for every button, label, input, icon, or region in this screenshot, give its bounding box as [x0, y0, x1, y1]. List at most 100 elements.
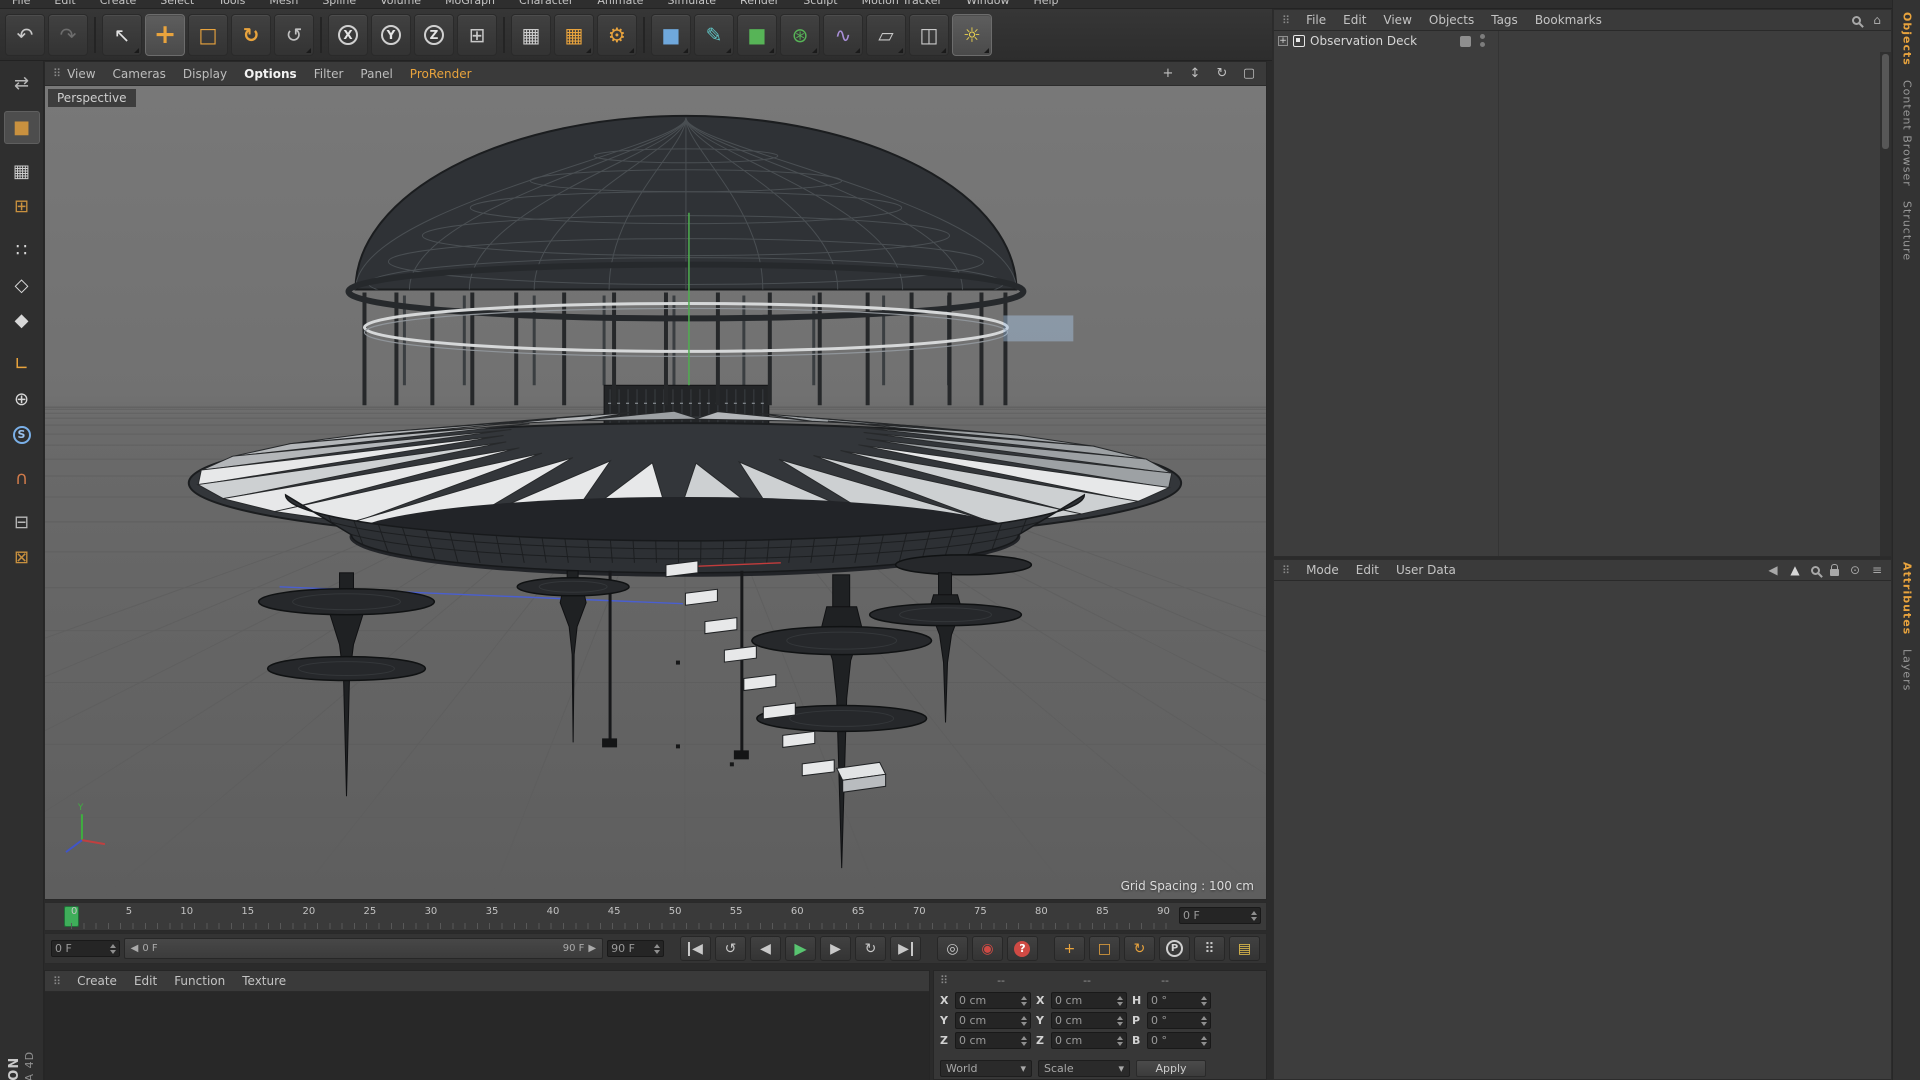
- keyframe-selection-toggle[interactable]: ⠿: [1193, 936, 1225, 961]
- Cameras[interactable]: Cameras: [113, 67, 166, 81]
- redo-button[interactable]: ↷: [48, 13, 88, 56]
- polygons-mode-button[interactable]: ◆: [4, 304, 40, 337]
- last-used-tool[interactable]: ↺: [274, 13, 314, 56]
- lock-z-axis-button[interactable]: Z: [414, 13, 454, 56]
- material-list[interactable]: [45, 992, 929, 1080]
- position-field[interactable]: 0 cm: [955, 1032, 1031, 1049]
- main-menu-item[interactable]: Simulate: [667, 0, 716, 8]
- spinner-icon[interactable]: [1021, 1035, 1027, 1046]
- spinner-icon[interactable]: [1117, 1035, 1123, 1046]
- rotation-field[interactable]: 0 °: [1147, 992, 1211, 1009]
- ruler-frame-field[interactable]: 0 F: [1179, 907, 1261, 924]
- material-menu-item[interactable]: Texture: [242, 974, 286, 988]
- add-primitive-cube-button[interactable]: ■: [651, 13, 691, 56]
- loop-mode-button[interactable]: ↻: [854, 936, 886, 961]
- deformer-button[interactable]: ∿: [823, 13, 863, 56]
- spinner-icon[interactable]: [1251, 910, 1257, 921]
- rotation-field[interactable]: 0 °: [1147, 1012, 1211, 1029]
- main-menu-item[interactable]: Create: [100, 0, 137, 8]
- size-field[interactable]: 0 cm: [1051, 992, 1127, 1009]
- zoom-view-icon[interactable]: ↕: [1186, 65, 1204, 83]
- main-menu-item[interactable]: Mesh: [269, 0, 298, 8]
- coordinate-system-button[interactable]: ⊞: [457, 13, 497, 56]
- lock-y-axis-button[interactable]: Y: [371, 13, 411, 56]
- pointer-icon[interactable]: ▲: [1789, 563, 1801, 577]
- spline-pen-button[interactable]: ✎: [694, 13, 734, 56]
- mograph-button[interactable]: ⊛: [780, 13, 820, 56]
- subdivision-surface-button[interactable]: ■: [737, 13, 777, 56]
- object-row[interactable]: + Observation Deck: [1274, 31, 1891, 51]
- tweak-mode-button[interactable]: ⊕: [4, 383, 40, 416]
- view-label[interactable]: Perspective: [48, 89, 136, 107]
- scrollbar-thumb[interactable]: [1882, 54, 1889, 149]
- attribute-manager-menu-item[interactable]: Edit: [1356, 563, 1379, 577]
- texture-axis-mode-button[interactable]: ⊞: [4, 190, 40, 223]
- timeline-slider[interactable]: ◀ 0 F 90 F ▶: [123, 938, 604, 959]
- main-menu-item[interactable]: Help: [1033, 0, 1058, 8]
- step-forward-button[interactable]: ▶: [819, 936, 851, 961]
- keying-help-button[interactable]: ?: [1006, 936, 1038, 961]
- rotate-view-icon[interactable]: ↻: [1213, 65, 1231, 83]
- viewport-solo-button[interactable]: S: [4, 418, 40, 451]
- Filter[interactable]: Filter: [314, 67, 344, 81]
- main-menu-item[interactable]: Character: [519, 0, 573, 8]
- main-menu-item[interactable]: Volume: [380, 0, 421, 8]
- size-field[interactable]: 0 cm: [1051, 1032, 1127, 1049]
- slider-left-arrow-icon[interactable]: ◀: [131, 943, 139, 954]
- toggle-view-icon[interactable]: ▢: [1240, 65, 1258, 83]
- key-rotation-toggle[interactable]: ↻: [1123, 936, 1155, 961]
- object-manager-menu-item[interactable]: Objects: [1429, 13, 1474, 27]
- texture-mode-button[interactable]: ▦: [4, 155, 40, 188]
- spinner-icon[interactable]: [1117, 1015, 1123, 1026]
- Structure[interactable]: Structure: [1901, 201, 1914, 261]
- ProRender[interactable]: ProRender: [410, 67, 472, 81]
- edges-mode-button[interactable]: ◇: [4, 269, 40, 302]
- Panel[interactable]: Panel: [360, 67, 392, 81]
- spinner-icon[interactable]: [1117, 995, 1123, 1006]
- position-field[interactable]: 0 cm: [955, 1012, 1031, 1029]
- search-icon[interactable]: [1852, 15, 1861, 25]
- main-menu-item[interactable]: Window: [966, 0, 1009, 8]
- main-menu-item[interactable]: Tools: [218, 0, 245, 8]
- main-menu-item[interactable]: Sculpt: [803, 0, 837, 8]
- scale-mode-select[interactable]: Scale ▾: [1038, 1060, 1130, 1077]
- goto-start-button[interactable]: ◀: [679, 936, 711, 961]
- workplane-lock-button[interactable]: ⊟: [4, 506, 40, 539]
- main-menu-item[interactable]: MoGraph: [445, 0, 495, 8]
- scale-tool[interactable]: □: [188, 13, 228, 56]
- expand-icon[interactable]: +: [1278, 36, 1288, 46]
- workplane-mode-button[interactable]: ⊠: [4, 541, 40, 574]
- main-menu-item[interactable]: File: [12, 0, 30, 8]
- model-mode-button[interactable]: ■: [3, 111, 40, 144]
- visibility-dots-icon[interactable]: [1480, 34, 1485, 39]
- pan-view-icon[interactable]: +: [1159, 65, 1177, 83]
- autokey-button[interactable]: ◉: [971, 936, 1003, 961]
- axis-mode-button[interactable]: ∟: [4, 348, 40, 381]
- attribute-list[interactable]: [1274, 581, 1891, 1079]
- object-label[interactable]: Observation Deck: [1310, 34, 1417, 48]
- undo-button[interactable]: ↶: [5, 13, 45, 56]
- camera-object-button[interactable]: ◫: [909, 13, 949, 56]
- render-settings-button[interactable]: ⚙: [597, 13, 637, 56]
- search-icon[interactable]: [1811, 565, 1820, 575]
- object-manager-menu-item[interactable]: File: [1306, 13, 1326, 27]
- slider-right-arrow-icon[interactable]: ▶: [588, 943, 596, 954]
- lock-x-axis-button[interactable]: X: [328, 13, 368, 56]
- timeline-layout-button[interactable]: ▤: [1229, 936, 1260, 961]
- object-manager-menu-item[interactable]: Bookmarks: [1535, 13, 1602, 27]
- spinner-icon[interactable]: [1201, 1035, 1207, 1046]
- rotation-field[interactable]: 0 °: [1147, 1032, 1211, 1049]
- Display[interactable]: Display: [183, 67, 227, 81]
- size-field[interactable]: 0 cm: [1051, 1012, 1127, 1029]
- key-pla-toggle[interactable]: P: [1158, 936, 1190, 961]
- main-menu-item[interactable]: Render: [740, 0, 779, 8]
- key-position-toggle[interactable]: +: [1053, 936, 1085, 961]
- back-icon[interactable]: ◀: [1767, 563, 1779, 577]
- points-mode-button[interactable]: ∷: [4, 234, 40, 267]
- coordinate-space-select[interactable]: World ▾: [940, 1060, 1032, 1077]
- object-manager-menu-item[interactable]: View: [1383, 13, 1411, 27]
- spinner-icon[interactable]: [1201, 1015, 1207, 1026]
- track-icon[interactable]: ⊙: [1849, 563, 1861, 577]
- object-manager-menu-item[interactable]: Tags: [1491, 13, 1518, 27]
- spinner-icon[interactable]: [1021, 995, 1027, 1006]
